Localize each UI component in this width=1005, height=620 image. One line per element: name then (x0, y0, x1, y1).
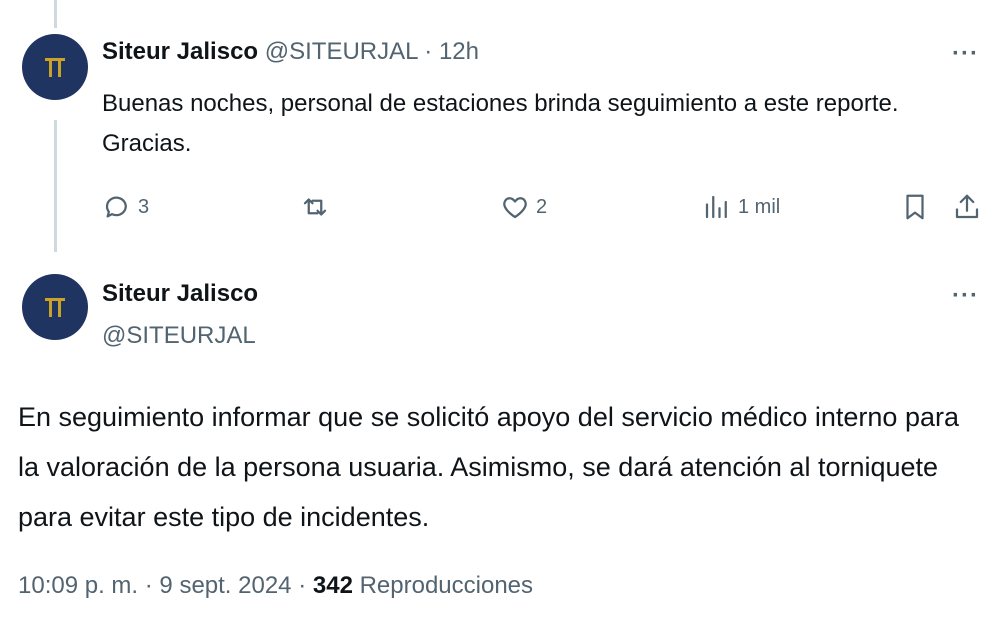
timestamp[interactable]: 12h (439, 38, 479, 65)
views-icon (705, 195, 727, 219)
reply-button[interactable]: 3 (102, 192, 149, 222)
like-button[interactable]: 2 (500, 192, 547, 222)
avatar[interactable] (22, 274, 88, 340)
like-count: 2 (536, 195, 548, 218)
reply-count: 3 (138, 195, 150, 218)
tweet-date[interactable]: 9 sept. 2024 (159, 572, 291, 599)
tweet-text: En seguimiento informar que se solicitó … (18, 402, 959, 532)
more-options-button[interactable]: ··· (952, 282, 979, 310)
thread-connector (54, 120, 57, 252)
thread-connector-top (54, 0, 57, 28)
avatar[interactable] (22, 34, 88, 100)
tweet-header: Siteur Jalisco @SITEURJAL · 12h (102, 38, 479, 66)
retweet-button[interactable] (300, 192, 336, 222)
display-name[interactable]: Siteur Jalisco (102, 280, 258, 308)
display-name[interactable]: Siteur Jalisco (102, 38, 258, 65)
handle[interactable]: @SITEURJAL (265, 38, 418, 65)
views-count: 1 mil (738, 195, 781, 218)
tweet-time[interactable]: 10:09 p. m. (18, 572, 138, 599)
tweet-text: Buenas noches, personal de estaciones br… (102, 90, 899, 157)
like-icon (503, 197, 527, 219)
retweet-icon (303, 198, 327, 216)
bookmark-icon (906, 194, 924, 220)
tweet-actions: 3 2 1 mil (0, 192, 1005, 228)
views-total: 342 (312, 572, 353, 599)
views-label[interactable]: Reproducciones (360, 572, 533, 599)
reply-icon (105, 196, 127, 218)
separator: · (424, 38, 433, 65)
tweet-metadata: 10:09 p. m. · 9 sept. 2024 · 342 Reprodu… (18, 572, 534, 599)
share-icon (955, 194, 979, 219)
more-options-button[interactable]: ··· (952, 40, 979, 68)
siteur-logo-icon (45, 298, 65, 317)
views-button[interactable]: 1 mil (702, 192, 780, 222)
siteur-logo-icon (45, 58, 65, 77)
bookmark-button[interactable] (900, 192, 930, 222)
handle[interactable]: @SITEURJAL (102, 322, 256, 350)
share-button[interactable] (952, 192, 982, 222)
